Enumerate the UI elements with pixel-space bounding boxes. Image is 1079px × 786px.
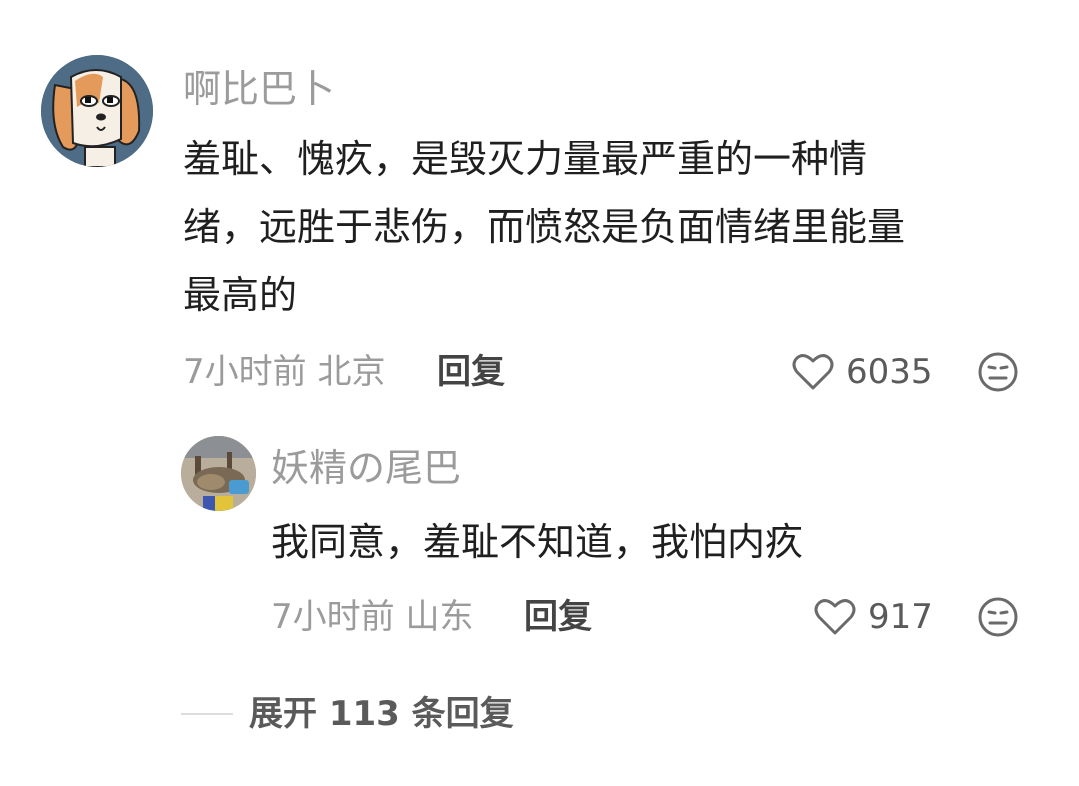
like-count: 917 bbox=[868, 597, 933, 637]
reply-time: 7小时前 bbox=[271, 597, 395, 637]
reply-button[interactable]: 回复 bbox=[524, 600, 592, 634]
reply-text[interactable]: 我同意，羞耻不知道，我怕内疚 bbox=[271, 508, 803, 576]
heart-outline-icon[interactable] bbox=[814, 597, 856, 637]
avatar[interactable] bbox=[181, 436, 256, 511]
divider bbox=[181, 713, 233, 715]
comment-location: 北京 bbox=[317, 352, 386, 392]
reply-location: 山东 bbox=[405, 597, 474, 637]
avatar[interactable] bbox=[41, 55, 153, 167]
comment-text-line: 羞耻、愧疚，是毁灭力量最严重的一种情 bbox=[183, 137, 868, 181]
meh-face-icon[interactable] bbox=[977, 351, 1019, 393]
meh-face-icon[interactable] bbox=[977, 596, 1019, 638]
expand-replies-button[interactable]: 展开 113 条回复 bbox=[249, 697, 514, 731]
reply-username[interactable]: 妖精の尾巴 bbox=[271, 449, 461, 487]
comment-time: 7小时前 bbox=[183, 352, 307, 392]
heart-outline-icon[interactable] bbox=[792, 352, 834, 392]
comment-username[interactable]: 啊比巴卜 bbox=[183, 70, 335, 108]
like-count: 6035 bbox=[846, 352, 933, 392]
photo-avatar-icon bbox=[181, 436, 256, 511]
comment-meta: 7小时前 北京 bbox=[183, 355, 385, 389]
reply-button[interactable]: 回复 bbox=[437, 355, 505, 389]
cartoon-dog-avatar-icon bbox=[41, 55, 153, 167]
comment-text-line: 绪，远胜于悲伤，而愤怒是负面情绪里能量 bbox=[183, 205, 906, 249]
comment-text[interactable]: 羞耻、愧疚，是毁灭力量最严重的一种情 绪，远胜于悲伤，而愤怒是负面情绪里能量 最… bbox=[183, 125, 905, 329]
comment-text-line: 最高的 bbox=[183, 273, 298, 317]
reply-meta: 7小时前 山东 bbox=[271, 600, 473, 634]
